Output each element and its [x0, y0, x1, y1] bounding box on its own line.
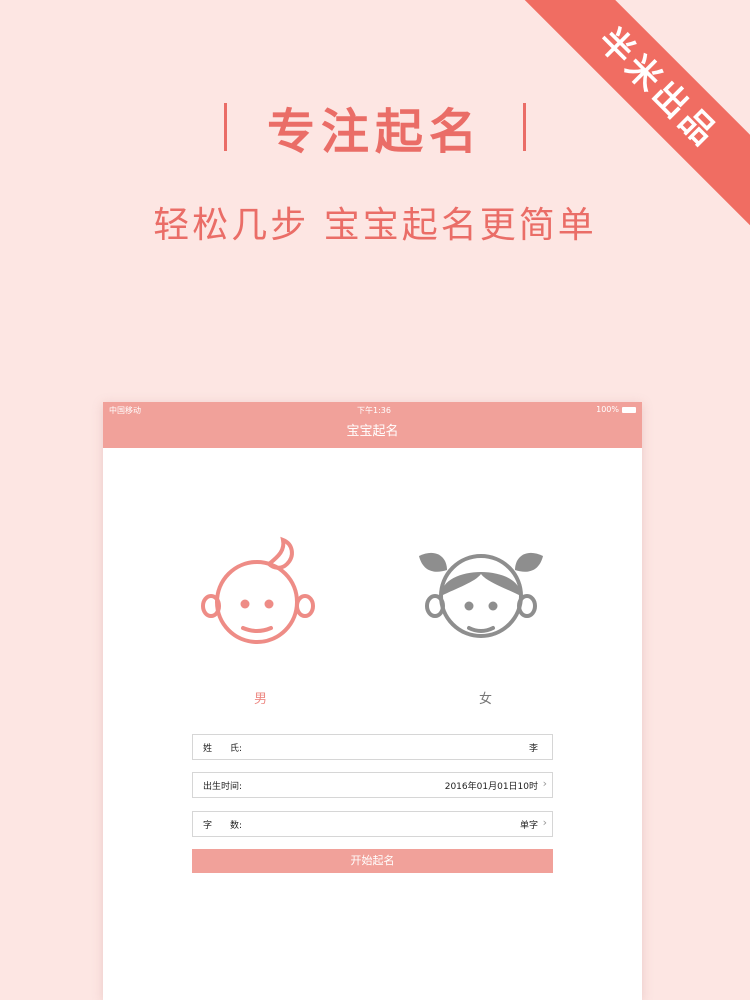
- carrier-text: 中国移动: [109, 406, 141, 415]
- headline-text: 专注起名: [266, 104, 483, 160]
- status-time: 下午1:36: [357, 406, 391, 415]
- boy-avatar-icon[interactable]: [199, 534, 323, 646]
- status-bar: 中国移动 下午1:36 100%: [103, 402, 642, 418]
- chevron-right-icon: ›: [542, 777, 547, 790]
- device-screen: 中国移动 下午1:36 100% 宝宝起名 男 女 姓 氏: 李 出生时间: 2…: [103, 402, 642, 1000]
- chevron-right-icon: ›: [542, 816, 547, 829]
- char-count-value: 单字: [519, 821, 538, 831]
- gender-female-label[interactable]: 女: [479, 688, 492, 707]
- surname-value: 李: [528, 744, 538, 754]
- nav-title: 宝宝起名: [346, 424, 399, 439]
- battery-icon: [622, 406, 636, 413]
- promo-headline: 专注起名: [0, 92, 750, 162]
- headline-left-bar: [223, 103, 227, 151]
- surname-label: 姓 氏:: [203, 744, 243, 754]
- promo-subline: 轻松几步 宝宝起名更简单: [153, 205, 597, 246]
- battery-percent: 100%: [596, 405, 619, 414]
- surname-field[interactable]: 姓 氏: 李: [192, 734, 553, 760]
- birth-time-value: 2016年01月01日10时: [444, 782, 538, 792]
- headline-right-bar: [523, 103, 526, 151]
- girl-avatar-icon[interactable]: [417, 544, 545, 648]
- nav-bar: 宝宝起名: [103, 418, 642, 448]
- battery-status: 100%: [596, 405, 636, 414]
- birth-time-label: 出生时间:: [203, 782, 243, 792]
- gender-male-label[interactable]: 男: [254, 688, 267, 707]
- start-naming-button[interactable]: 开始起名: [192, 849, 553, 873]
- char-count-label: 字 数:: [203, 821, 243, 831]
- birth-time-field[interactable]: 出生时间: 2016年01月01日10时 ›: [192, 772, 553, 798]
- char-count-field[interactable]: 字 数: 单字 ›: [192, 811, 553, 837]
